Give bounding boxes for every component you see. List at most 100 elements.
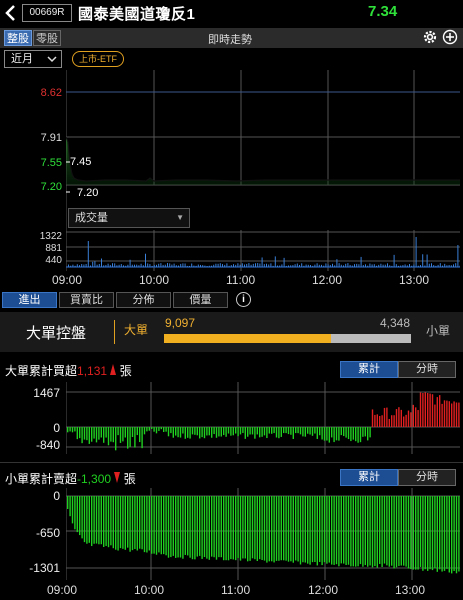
- volume-bar: [184, 263, 186, 267]
- small-order-bar: [151, 496, 153, 554]
- volume-bar: [380, 263, 382, 267]
- period-select[interactable]: 近月: [4, 50, 62, 68]
- big-toggle-cumulative[interactable]: 累計: [340, 361, 398, 378]
- small-order-bar: [290, 496, 292, 562]
- small-order-bar: [417, 496, 419, 570]
- big-panel-title-prefix: 大單累計買超: [5, 364, 78, 378]
- volume-bar: [206, 265, 208, 267]
- info-icon[interactable]: i: [236, 292, 251, 307]
- tab-whole-lot[interactable]: 整股: [4, 30, 32, 46]
- volume-bar: [433, 265, 435, 267]
- big-order-bar: [199, 427, 201, 439]
- volume-bar: [98, 263, 100, 267]
- chart-toolbar: 整股 零股 即時走勢: [0, 28, 463, 48]
- bottom-time-1000: 10:00: [134, 583, 165, 597]
- big-order-bar: [134, 427, 136, 448]
- small-order-bar: [251, 496, 254, 559]
- small-order-chart[interactable]: [66, 488, 460, 580]
- big-order-bar: [424, 392, 426, 427]
- small-order-bar: [386, 496, 388, 566]
- small-order-bar: [379, 496, 381, 564]
- small-order-bar: [122, 496, 124, 549]
- volume-bar: [431, 263, 432, 267]
- big-order-bar: [179, 427, 182, 438]
- gear-icon[interactable]: [422, 29, 438, 45]
- big-order-bar: [292, 427, 294, 439]
- big-order-bar: [393, 415, 395, 427]
- bottom-time-1200: 12:00: [308, 583, 339, 597]
- small-order-bar: [201, 496, 203, 559]
- small-order-bar: [400, 496, 402, 566]
- small-order-bar: [117, 496, 119, 551]
- big-order-control: 大單控盤 大單 9,097 4,348 小單: [0, 312, 463, 352]
- big-order-bar: [328, 427, 330, 443]
- big-order-bar: [100, 427, 102, 438]
- tab-price-volume[interactable]: 價量: [173, 292, 228, 308]
- tab-buy-sell-ratio[interactable]: 買賣比: [59, 292, 114, 308]
- small-order-bar: [124, 496, 126, 550]
- tab-odd-lot[interactable]: 零股: [33, 30, 61, 46]
- big-order-bar: [71, 427, 74, 433]
- volume-bar: [384, 264, 386, 267]
- small-order-bar: [86, 496, 88, 544]
- volume-bar: [444, 263, 446, 267]
- big-order-bar: [95, 427, 98, 443]
- tab-distribution[interactable]: 分佈: [116, 292, 171, 308]
- volume-bar: [246, 263, 248, 267]
- chevron-down-icon: [47, 51, 57, 72]
- volume-bar: [74, 265, 76, 267]
- small-order-bar: [175, 496, 177, 558]
- small-order-bar: [148, 496, 150, 551]
- small-order-bar: [446, 496, 448, 569]
- tab-inflow-outflow[interactable]: 進出: [2, 292, 57, 308]
- volume-bar: [138, 265, 140, 267]
- big-order-bar: [295, 427, 297, 434]
- volume-bar: [112, 263, 113, 267]
- small-order-bar: [333, 496, 335, 565]
- big-order-bar: [74, 427, 76, 432]
- big-order-bar: [91, 427, 93, 442]
- small-order-bar: [266, 496, 268, 563]
- small-order-bar: [407, 496, 410, 569]
- volume-bar: [351, 265, 353, 267]
- small-order-bar: [100, 496, 102, 545]
- small-order-bar: [422, 496, 424, 571]
- back-chevron-icon[interactable]: [4, 4, 18, 22]
- small-order-bar: [307, 496, 309, 564]
- volume-indicator-select[interactable]: 成交量 ▼: [68, 208, 190, 228]
- big-order-bar: [215, 427, 218, 438]
- small-order-bar: [412, 496, 414, 570]
- small-order-bar: [271, 496, 273, 562]
- volume-bar: [156, 264, 157, 267]
- volume-axis-high: 1322: [39, 231, 62, 242]
- big-order-bar: [225, 427, 227, 437]
- price-chart[interactable]: [66, 70, 460, 271]
- stock-code[interactable]: 00669R: [22, 4, 72, 22]
- big-order-bar: [251, 427, 254, 435]
- add-circle-icon[interactable]: [442, 29, 458, 45]
- big-order-bar: [412, 404, 414, 427]
- small-order-bar: [237, 496, 239, 558]
- volume-bar: [393, 254, 395, 267]
- volume-axis-mid: 881: [45, 243, 62, 254]
- small-order-bar: [362, 496, 364, 567]
- big-toggle-intraday[interactable]: 分時: [398, 361, 456, 378]
- small-toggle-cumulative[interactable]: 累計: [340, 469, 398, 486]
- small-order-bar: [357, 496, 359, 567]
- bottom-time-0900: 09:00: [47, 583, 78, 597]
- small-order-bar: [139, 496, 141, 549]
- big-order-bar: [364, 427, 366, 437]
- volume-bar: [103, 265, 105, 267]
- small-order-bar: [211, 496, 213, 557]
- big-order-bar: [417, 410, 419, 427]
- big-order-bar: [319, 427, 321, 436]
- big-order-bar: [122, 427, 124, 442]
- volume-bar: [376, 265, 377, 267]
- big-order-bar: [88, 427, 90, 444]
- small-toggle-intraday[interactable]: 分時: [398, 469, 456, 486]
- small-order-bar: [319, 496, 321, 562]
- small-order-bar: [232, 496, 234, 560]
- small-order-bar: [451, 496, 453, 574]
- big-order-chart[interactable]: [66, 382, 460, 454]
- volume-bar: [219, 263, 221, 267]
